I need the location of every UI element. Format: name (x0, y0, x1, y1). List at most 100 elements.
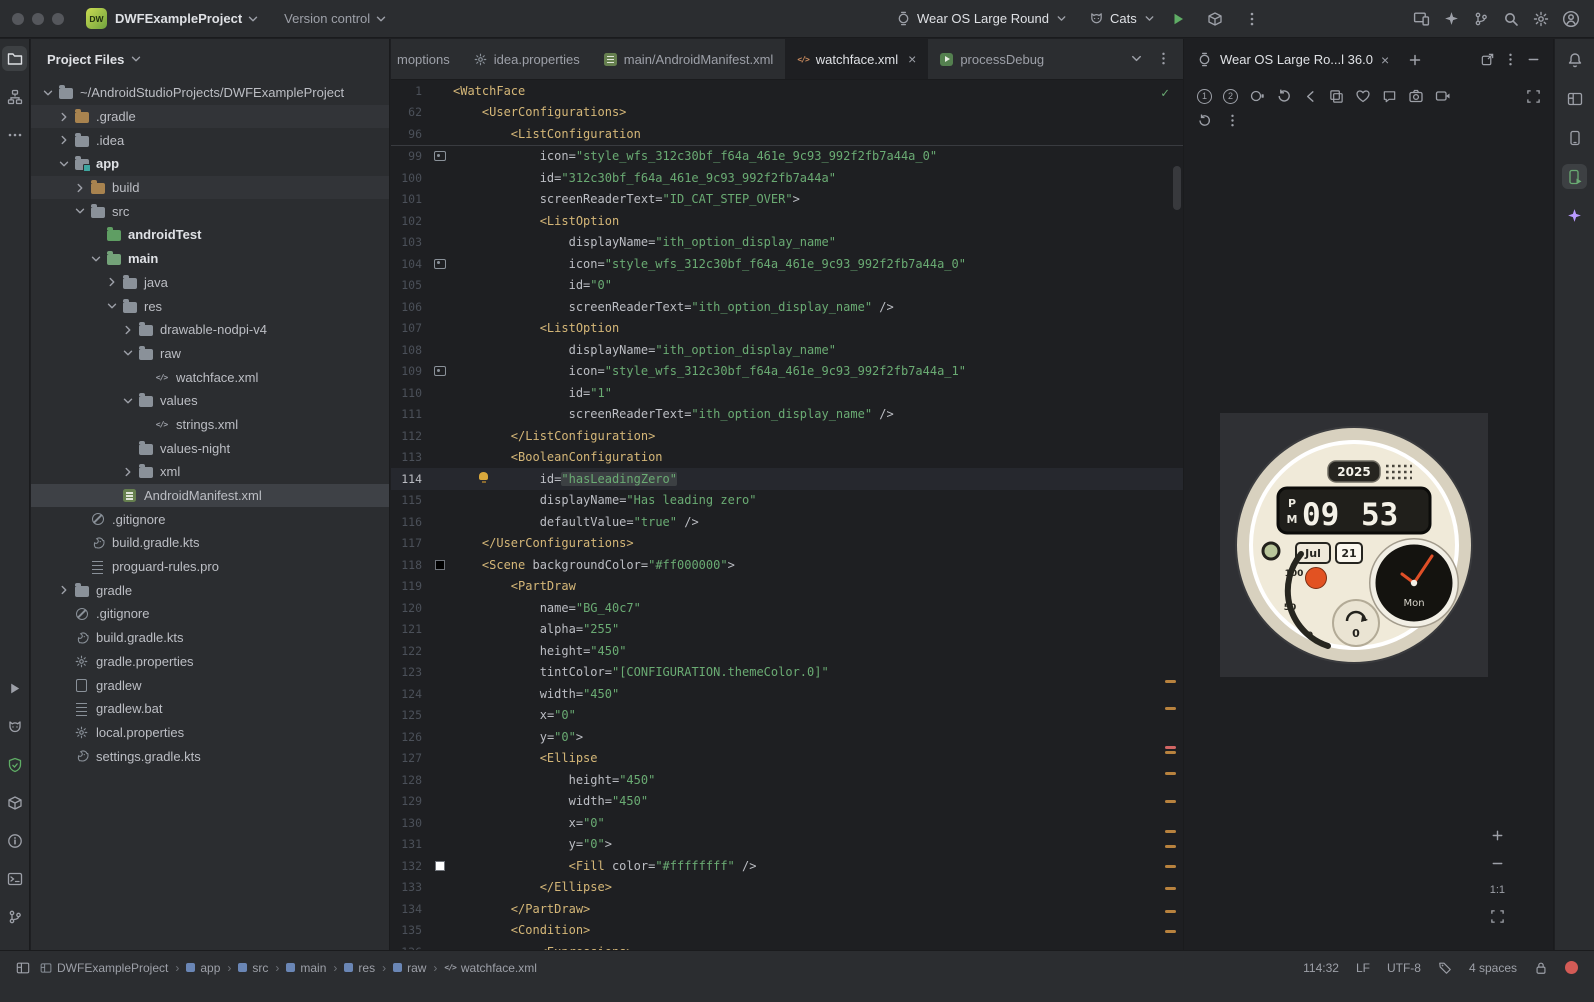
tree-item[interactable]: .idea (31, 128, 389, 152)
close-window-button[interactable] (12, 12, 24, 25)
line-number[interactable]: 123 (391, 665, 427, 679)
breadcrumb-item[interactable]: app (186, 961, 220, 975)
zoom-in-button[interactable] (1490, 828, 1505, 843)
zoom-fit-button[interactable] (1490, 909, 1505, 924)
build-tool-button[interactable] (2, 790, 27, 815)
ai-assistant-button[interactable] (1436, 5, 1466, 33)
line-number[interactable]: 1 (391, 84, 427, 98)
code-line[interactable]: 107 <ListOption (391, 318, 1183, 340)
editor-tab[interactable]: main/AndroidManifest.xml (592, 39, 786, 79)
project-name-widget[interactable]: DWFExampleProject (115, 11, 242, 26)
editor-tab[interactable]: processDebug (928, 39, 1056, 79)
error-stripe-mark[interactable] (1165, 707, 1176, 710)
caret-position[interactable]: 114:32 (1303, 961, 1339, 975)
breadcrumb-item[interactable]: src (238, 961, 268, 975)
tree-item[interactable]: androidTest (31, 223, 389, 247)
line-number[interactable]: 103 (391, 235, 427, 249)
vcs-widget[interactable]: Version control (284, 11, 370, 26)
screenshot-camera-icon[interactable] (1408, 88, 1424, 104)
lock-icon[interactable] (1534, 961, 1548, 975)
line-number[interactable]: 118 (391, 558, 427, 572)
tree-item[interactable]: res (31, 294, 389, 318)
code-line[interactable]: 121 alpha="255" (391, 619, 1183, 641)
zoom-out-button[interactable] (1490, 856, 1505, 871)
tree-item[interactable]: gradlew.bat (31, 697, 389, 721)
error-stripe-mark[interactable] (1165, 845, 1176, 848)
maximize-window-button[interactable] (52, 12, 64, 25)
line-number[interactable]: 114 (391, 472, 427, 486)
gemini-button[interactable] (1562, 203, 1587, 228)
terminal-tool-button[interactable] (2, 866, 27, 891)
run-button[interactable] (1163, 5, 1193, 33)
minimize-window-button[interactable] (32, 12, 44, 25)
tree-item[interactable]: values-night (31, 436, 389, 460)
code-line[interactable]: 101 screenReaderText="ID_CAT_STEP_OVER"> (391, 189, 1183, 211)
editor-tab[interactable]: idea.properties (462, 39, 592, 79)
code-line[interactable]: 117 </UserConfigurations> (391, 533, 1183, 555)
code-line[interactable]: 126 y="0"> (391, 726, 1183, 748)
code-line[interactable]: 96 <ListConfiguration (391, 123, 1183, 145)
tree-item[interactable]: java (31, 271, 389, 295)
tree-item[interactable]: gradle (31, 578, 389, 602)
add-device-button[interactable] (1407, 52, 1423, 68)
heart-rate-icon[interactable] (1355, 88, 1371, 104)
tree-item[interactable]: gradle.properties (31, 650, 389, 674)
code-line[interactable]: 131 y="0"> (391, 834, 1183, 856)
code-line[interactable]: 114 id="hasLeadingZero" (391, 468, 1183, 490)
editor-tab[interactable]: moptions (391, 39, 462, 79)
code-line[interactable]: 99 icon="style_wfs_312c30bf_f64a_461e_9c… (391, 146, 1183, 168)
code-line[interactable]: 110 id="1" (391, 382, 1183, 404)
tree-item[interactable]: build.gradle.kts (31, 531, 389, 555)
rotate-icon[interactable] (1276, 88, 1292, 104)
error-stripe-mark[interactable] (1165, 751, 1176, 754)
structure-tool-button[interactable] (2, 84, 27, 109)
chevron-right-icon[interactable] (71, 180, 88, 196)
device-screen-preview[interactable]: 2025 P M 09 53 Jul 21 Mon 100 50 0 0 (1220, 413, 1488, 677)
chevron-right-icon[interactable] (55, 132, 72, 148)
code-line[interactable]: 62 <UserConfigurations> (391, 102, 1183, 124)
line-number[interactable]: 109 (391, 364, 427, 378)
device-explorer-button[interactable] (1562, 125, 1587, 150)
breadcrumb-item[interactable]: main (286, 961, 326, 975)
screen-record-icon[interactable] (1435, 88, 1451, 104)
line-number[interactable]: 104 (391, 257, 427, 271)
line-number[interactable]: 133 (391, 880, 427, 894)
color-swatch-black[interactable] (435, 559, 445, 570)
chevron-down-icon[interactable] (119, 393, 136, 409)
highlighting-level-indicator[interactable] (1565, 961, 1578, 974)
code-line[interactable]: 128 height="450" (391, 769, 1183, 791)
close-device-tab-icon[interactable]: × (1381, 52, 1389, 68)
breadcrumb-item[interactable]: </> watchface.xml (444, 961, 536, 975)
line-number[interactable]: 116 (391, 515, 427, 529)
running-devices-button[interactable] (1562, 164, 1587, 189)
line-number[interactable]: 135 (391, 923, 427, 937)
chevron-down-icon[interactable] (55, 156, 72, 172)
code-line[interactable]: 104 icon="style_wfs_312c30bf_f64a_461e_9… (391, 253, 1183, 275)
line-number[interactable]: 131 (391, 837, 427, 851)
device-selector[interactable]: Wear OS Large Round (896, 11, 1068, 26)
line-number[interactable]: 62 (391, 105, 427, 119)
chevron-right-icon[interactable] (55, 582, 72, 598)
run-configuration-selector[interactable]: Cats (1089, 11, 1156, 26)
reset-icon[interactable] (1197, 113, 1212, 128)
button-1-icon[interactable]: 1 (1197, 88, 1212, 104)
chevron-down-icon[interactable] (39, 85, 56, 101)
file-encoding[interactable]: UTF-8 (1387, 961, 1421, 975)
code-line[interactable]: 133 </Ellipse> (391, 877, 1183, 899)
code-line[interactable]: 115 displayName="Has leading zero" (391, 490, 1183, 512)
tree-item[interactable]: app (31, 152, 389, 176)
tree-item[interactable]: settings.gradle.kts (31, 744, 389, 768)
profile-button[interactable] (1556, 5, 1586, 33)
tree-item[interactable]: .gradle (31, 104, 389, 129)
code-line[interactable]: 109 icon="style_wfs_312c30bf_f64a_461e_9… (391, 361, 1183, 383)
line-number[interactable]: 111 (391, 407, 427, 421)
line-number[interactable]: 122 (391, 644, 427, 658)
code-line[interactable]: 113 <BooleanConfiguration (391, 447, 1183, 469)
line-number[interactable]: 110 (391, 386, 427, 400)
error-stripe-mark[interactable] (1165, 680, 1176, 683)
line-number[interactable]: 96 (391, 127, 427, 141)
code-line[interactable]: 120 name="BG_40c7" (391, 597, 1183, 619)
code-line[interactable]: 116 defaultValue="true" /> (391, 511, 1183, 533)
code-line[interactable]: 129 width="450" (391, 791, 1183, 813)
code-line[interactable]: 100 id="312c30bf_f64a_461e_9c93_992f2fb7… (391, 167, 1183, 189)
